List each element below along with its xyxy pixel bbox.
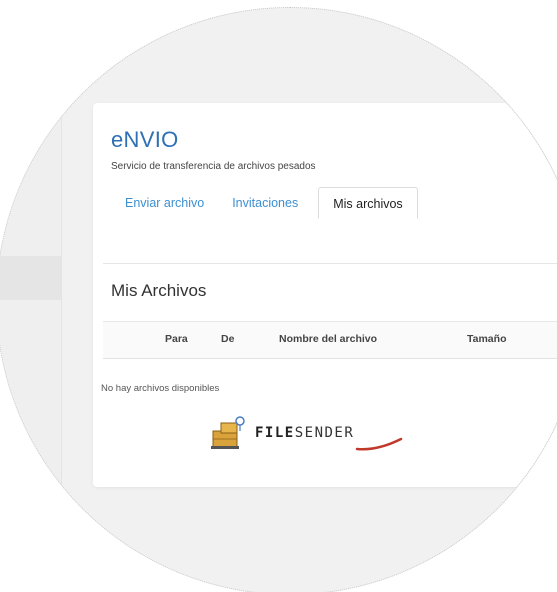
- column-header-para[interactable]: Para: [165, 333, 188, 345]
- logo-text-light: SENDER: [294, 425, 355, 441]
- files-table-header: Para De Nombre del archivo Tamaño: [103, 321, 557, 359]
- app-title[interactable]: eNVIO: [111, 127, 179, 153]
- main-card: eNVIO Servicio de transferencia de archi…: [93, 103, 557, 487]
- logo-text-bold: FILE: [255, 425, 295, 441]
- filesender-logo: FILESENDER: [207, 413, 417, 453]
- screenshot-stage: eNVIO Servicio de transferencia de archi…: [0, 0, 557, 592]
- left-side-panel: [0, 8, 62, 592]
- circular-viewport: eNVIO Servicio de transferencia de archi…: [0, 7, 557, 592]
- left-side-band: [0, 256, 61, 300]
- section-divider: [103, 263, 557, 264]
- filesender-wordmark: FILESENDER: [255, 425, 354, 441]
- tab-invitaciones[interactable]: Invitaciones: [218, 187, 312, 219]
- section-title: Mis Archivos: [111, 281, 207, 300]
- logo-swoosh-icon: [355, 437, 403, 451]
- tab-mis-archivos[interactable]: Mis archivos: [318, 187, 418, 219]
- filesender-boxes-icon: [211, 416, 245, 449]
- tab-enviar-archivo[interactable]: Enviar archivo: [111, 187, 218, 219]
- app-subtitle: Servicio de transferencia de archivos pe…: [111, 161, 316, 172]
- column-header-tamano[interactable]: Tamaño: [467, 333, 506, 345]
- column-header-de[interactable]: De: [221, 333, 234, 345]
- tab-bar: Enviar archivo Invitaciones Mis archivos: [111, 187, 418, 219]
- empty-files-message: No hay archivos disponibles: [101, 383, 220, 394]
- column-header-nombre[interactable]: Nombre del archivo: [279, 333, 377, 345]
